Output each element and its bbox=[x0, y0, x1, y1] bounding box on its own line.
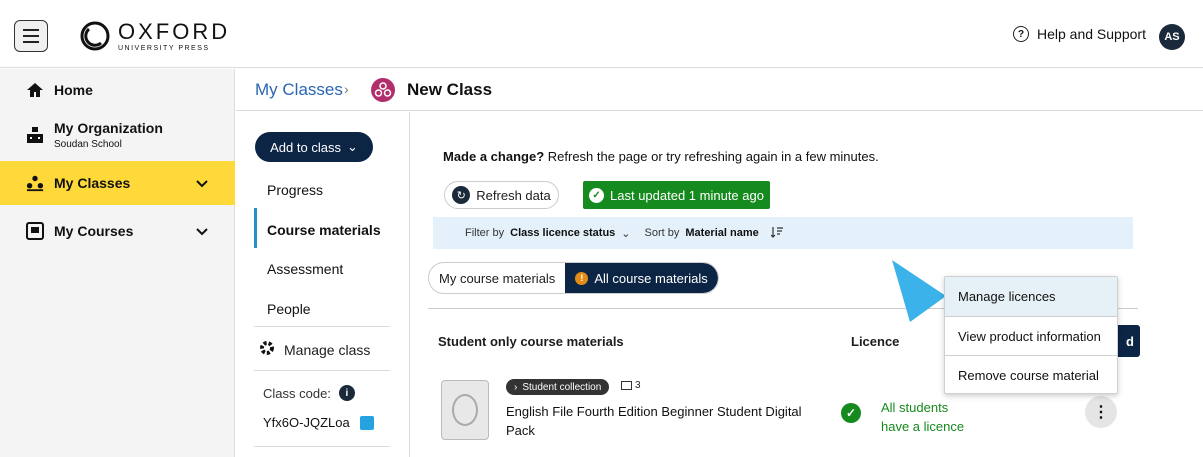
licence-status: All students have a licence bbox=[881, 398, 964, 436]
subnav-item-course-materials[interactable]: Course materials bbox=[267, 222, 381, 238]
subnav-item-progress[interactable]: Progress bbox=[267, 182, 323, 198]
help-label: Help and Support bbox=[1037, 26, 1146, 42]
tab-label: My course materials bbox=[439, 270, 556, 286]
collection-badge[interactable]: › Student collection bbox=[506, 379, 610, 395]
sidebar-item-my-courses[interactable]: My Courses bbox=[0, 209, 235, 253]
divider bbox=[254, 326, 390, 327]
chevron-down-icon[interactable]: ⌄ bbox=[621, 227, 630, 240]
row-actions-menu: Manage licences View product information… bbox=[944, 276, 1118, 394]
copy-icon[interactable] bbox=[359, 415, 374, 430]
menu-item-view-product-information[interactable]: View product information bbox=[945, 317, 1117, 356]
active-indicator bbox=[254, 208, 257, 248]
filter-dropdown[interactable]: Class licence status bbox=[510, 227, 615, 239]
chevron-right-icon: › bbox=[344, 81, 349, 97]
check-circle-icon: ✓ bbox=[841, 403, 861, 423]
crest-icon bbox=[452, 394, 478, 426]
pointer-arrow-icon bbox=[892, 260, 946, 322]
logo-sub-text: UNIVERSITY PRESS bbox=[118, 44, 210, 52]
breadcrumb-my-classes-link[interactable]: My Classes bbox=[255, 80, 343, 100]
sidebar-item-sublabel: Soudan School bbox=[54, 139, 122, 150]
sidebar-item-label: My Classes bbox=[54, 175, 131, 191]
divider bbox=[254, 446, 390, 447]
logo-main-text: OXFORD bbox=[118, 18, 231, 44]
oxford-logo[interactable]: OXFORD UNIVERSITY PRESS bbox=[80, 20, 230, 52]
licence-status-line2: have a licence bbox=[881, 419, 965, 434]
organization-icon bbox=[26, 126, 44, 144]
chevron-down-icon[interactable] bbox=[196, 175, 208, 191]
column-header-materials: Student only course materials bbox=[438, 334, 624, 349]
manage-class-label: Manage class bbox=[284, 341, 371, 358]
sort-order-icon[interactable] bbox=[770, 226, 783, 241]
licence-status-line1: All students bbox=[881, 400, 949, 415]
last-updated-label: Last updated 1 minute ago bbox=[610, 187, 764, 203]
last-updated-badge: ✓ Last updated 1 minute ago bbox=[583, 181, 770, 209]
sort-by-label: Sort by bbox=[644, 227, 680, 239]
column-header-licence: Licence bbox=[851, 334, 900, 349]
refresh-notice: Made a change? Refresh the page or try r… bbox=[443, 149, 879, 164]
refresh-notice-text: Refresh the page or try refreshing again… bbox=[547, 149, 879, 164]
sidebar-item-label: My Organization bbox=[54, 120, 163, 136]
sidebar-item-label-group: My Organization Soudan School bbox=[54, 120, 163, 150]
collection-badge-label: Student collection bbox=[522, 381, 602, 393]
menu-item-remove-course-material[interactable]: Remove course material bbox=[945, 356, 1117, 395]
top-bar: OXFORD UNIVERSITY PRESS ? Help and Suppo… bbox=[0, 0, 1203, 68]
tab-label: All course materials bbox=[594, 270, 708, 286]
sort-dropdown[interactable]: Material name bbox=[685, 227, 758, 239]
product-title[interactable]: English File Fourth Edition Beginner Stu… bbox=[506, 402, 816, 440]
home-icon bbox=[26, 81, 44, 99]
page-title: New Class bbox=[407, 80, 493, 99]
help-and-support-link[interactable]: ? Help and Support bbox=[1013, 26, 1146, 42]
info-icon[interactable]: i bbox=[338, 385, 355, 401]
add-to-class-label: Add to class bbox=[270, 139, 341, 155]
sidebar-item-my-organization[interactable]: My Organization Soudan School bbox=[0, 111, 235, 159]
chevron-down-icon: ⌄ bbox=[346, 139, 358, 154]
courses-icon bbox=[26, 222, 44, 240]
sidebar-item-label: My Courses bbox=[54, 223, 134, 239]
question-icon: ? bbox=[1013, 26, 1029, 42]
warning-icon: ! bbox=[575, 271, 589, 285]
add-to-class-button[interactable]: Add to class ⌄ bbox=[255, 132, 373, 162]
breadcrumb: My Classes › New Class bbox=[236, 69, 1203, 111]
materials-tabs: My course materials ! All course materia… bbox=[428, 262, 719, 294]
refresh-notice-bold: Made a change? bbox=[443, 149, 545, 164]
chevron-down-icon[interactable] bbox=[196, 223, 208, 239]
subnav-item-assessment[interactable]: Assessment bbox=[267, 261, 343, 277]
product-icon bbox=[621, 381, 632, 390]
sidebar-item-label: Home bbox=[54, 82, 93, 98]
refresh-data-label: Refresh data bbox=[476, 187, 551, 203]
avatar[interactable]: AS bbox=[1159, 24, 1185, 50]
gear-icon bbox=[258, 339, 276, 360]
product-count-value: 3 bbox=[635, 380, 641, 391]
oxford-logo-icon bbox=[80, 21, 110, 51]
class-code-label: Class code: bbox=[263, 385, 331, 401]
manage-class-button[interactable]: Manage class bbox=[258, 339, 370, 360]
menu-item-manage-licences[interactable]: Manage licences bbox=[945, 277, 1117, 316]
refresh-icon: ↻ bbox=[452, 186, 471, 204]
class-code-value: Yfx6O-JQZLoa bbox=[263, 415, 350, 430]
class-code-label-row: Class code: i bbox=[263, 385, 355, 401]
sidebar-item-my-classes[interactable]: My Classes bbox=[0, 161, 235, 205]
tab-my-course-materials[interactable]: My course materials bbox=[429, 263, 565, 293]
product-thumbnail bbox=[441, 380, 489, 440]
filter-by-label: Filter by bbox=[465, 227, 505, 239]
hamburger-menu-button[interactable] bbox=[14, 20, 48, 52]
refresh-data-button[interactable]: ↻ Refresh data bbox=[444, 181, 559, 209]
chevron-right-icon: › bbox=[514, 381, 518, 393]
divider bbox=[254, 370, 390, 371]
more-options-button[interactable]: ⋮ bbox=[1085, 396, 1117, 428]
classes-icon bbox=[26, 174, 44, 192]
sidebar-item-home[interactable]: Home bbox=[0, 69, 235, 111]
filter-bar: Filter by Class licence status ⌄ Sort by… bbox=[433, 217, 1133, 249]
check-icon: ✓ bbox=[589, 187, 605, 203]
class-avatar-icon bbox=[371, 78, 395, 102]
sidebar: Home My Organization Soudan School My Cl… bbox=[0, 69, 235, 457]
product-count: 3 bbox=[621, 380, 641, 391]
class-subnav: Add to class ⌄ Progress Course materials… bbox=[236, 112, 410, 457]
subnav-item-people[interactable]: People bbox=[267, 301, 311, 317]
class-code-row: Yfx6O-JQZLoa bbox=[263, 415, 374, 430]
tab-all-course-materials[interactable]: ! All course materials bbox=[565, 263, 718, 293]
